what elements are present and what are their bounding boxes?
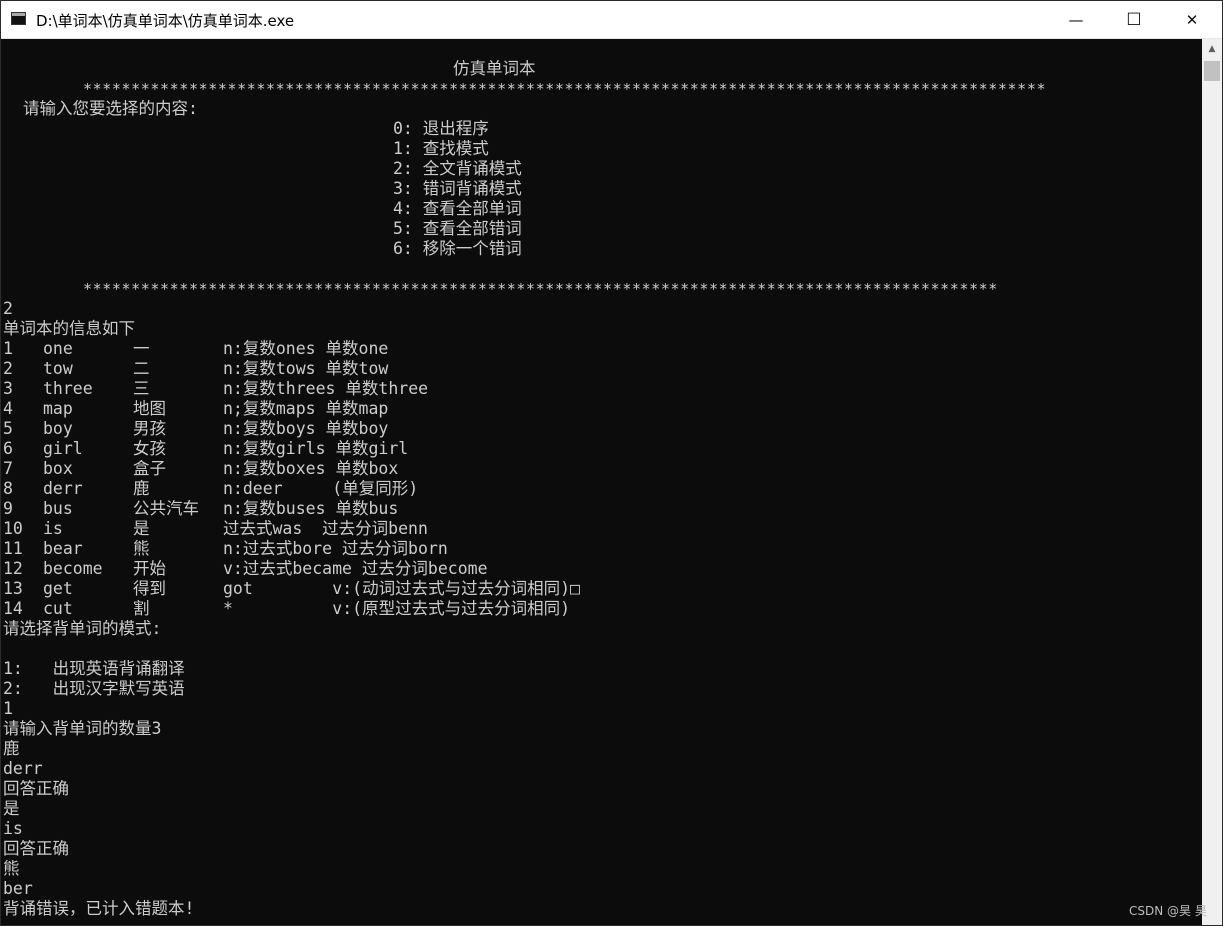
maximize-button[interactable]: ☐ [1105, 1, 1163, 38]
menu-item-wrong-recite: 3: 错词背诵模式 [393, 179, 522, 198]
word-num: 4 [3, 399, 13, 418]
word-english: three [43, 379, 93, 398]
word-chinese: 得到 [133, 579, 166, 598]
word-english: boy [43, 419, 73, 438]
word-note: * v:(原型过去式与过去分词相同) [223, 599, 571, 618]
mode-prompt: 请选择背单词的模式: [3, 619, 162, 638]
word-note: n:复数girls 单数girl [223, 439, 409, 458]
word-english: map [43, 399, 73, 418]
watermark: CSDN @昊 昊 [1129, 904, 1207, 918]
word-num: 12 [3, 559, 23, 578]
word-english: get [43, 579, 73, 598]
word-english: one [43, 339, 73, 358]
session-line: is [3, 819, 23, 838]
word-note: n:复数threes 单数three [223, 379, 429, 398]
minimize-icon: — [1068, 10, 1084, 29]
word-note: n:复数ones 单数one [223, 339, 389, 358]
word-num: 13 [3, 579, 23, 598]
word-num: 2 [3, 359, 13, 378]
console-window: D:\单词本\仿真单词本\仿真单词本.exe — ☐ ✕ 仿真单词本 *****… [0, 0, 1223, 926]
word-chinese: 女孩 [133, 439, 166, 458]
session-line: 鹿 [3, 739, 20, 758]
menu-item-remove-wrong: 6: 移除一个错词 [393, 239, 522, 258]
word-english: box [43, 459, 73, 478]
console-output[interactable]: 仿真单词本 **********************************… [3, 39, 1201, 925]
word-note: n:复数tows 单数tow [223, 359, 389, 378]
scroll-up-arrow-icon[interactable]: ▲ [1202, 39, 1222, 59]
word-english: girl [43, 439, 83, 458]
menu-item-search: 1: 查找模式 [393, 139, 489, 158]
vertical-scrollbar[interactable]: ▲ [1202, 39, 1222, 925]
maximize-icon: ☐ [1126, 9, 1142, 30]
menu-item-full-recite: 2: 全文背诵模式 [393, 159, 522, 178]
word-chinese: 三 [133, 379, 150, 398]
word-num: 11 [3, 539, 23, 558]
word-english: is [43, 519, 63, 538]
word-chinese: 开始 [133, 559, 166, 578]
word-english: derr [43, 479, 83, 498]
title-bar[interactable]: D:\单词本\仿真单词本\仿真单词本.exe — ☐ ✕ [1, 1, 1222, 39]
session-line: 是 [3, 799, 20, 818]
word-chinese: 二 [133, 359, 150, 378]
word-chinese: 男孩 [133, 419, 166, 438]
program-title: 仿真单词本 [453, 59, 536, 78]
session-line: 熊 [3, 859, 20, 878]
user-input-choice: 2 [3, 299, 13, 318]
close-icon: ✕ [1185, 10, 1199, 29]
separator-bottom: ****************************************… [83, 280, 998, 298]
user-input-mode: 1 [3, 699, 13, 718]
word-note: v:过去式became 过去分词become [223, 559, 488, 578]
menu-item-view-wrong: 5: 查看全部错词 [393, 219, 522, 238]
word-list-header: 单词本的信息如下 [3, 319, 135, 338]
menu-item-view-all: 4: 查看全部单词 [393, 199, 522, 218]
word-note: n:复数boxes 单数box [223, 459, 399, 478]
session-line: ber [3, 879, 33, 898]
mode-option-2: 2: 出现汉字默写英语 [3, 679, 185, 698]
word-num: 8 [3, 479, 13, 498]
close-button[interactable]: ✕ [1163, 1, 1221, 38]
word-chinese: 一 [133, 339, 150, 358]
separator-top: ****************************************… [83, 80, 1047, 98]
word-chinese: 割 [133, 599, 150, 618]
minimize-button[interactable]: — [1047, 1, 1105, 38]
session-line: 回答正确 [3, 839, 69, 858]
word-chinese: 地图 [133, 399, 166, 418]
session-line: derr [3, 759, 43, 778]
word-note: got v:(动词过去式与过去分词相同)□ [223, 579, 580, 598]
word-english: tow [43, 359, 73, 378]
word-num: 9 [3, 499, 13, 518]
scrollbar-thumb[interactable] [1204, 61, 1220, 81]
word-english: bear [43, 539, 83, 558]
word-note: n:过去式bore 过去分词born [223, 539, 448, 558]
word-english: cut [43, 599, 73, 618]
word-chinese: 鹿 [133, 479, 150, 498]
word-note: 过去式was 过去分词benn [223, 519, 428, 538]
word-english: become [43, 559, 103, 578]
count-prompt: 请输入背单词的数量3 [3, 719, 162, 738]
word-num: 1 [3, 339, 13, 358]
word-num: 5 [3, 419, 13, 438]
word-num: 7 [3, 459, 13, 478]
session-line: 背诵错误，已计入错题本! [3, 899, 195, 918]
console-app-icon [11, 12, 26, 25]
select-prompt: 请输入您要选择的内容: [23, 99, 198, 118]
menu-item-exit: 0: 退出程序 [393, 119, 489, 138]
mode-option-1: 1: 出现英语背诵翻译 [3, 659, 185, 678]
word-note: n:复数buses 单数bus [223, 499, 399, 518]
word-chinese: 盒子 [133, 459, 166, 478]
word-num: 6 [3, 439, 13, 458]
word-note: n:deer (单复同形) [223, 479, 419, 498]
word-num: 14 [3, 599, 23, 618]
window-title: D:\单词本\仿真单词本\仿真单词本.exe [36, 12, 295, 30]
word-chinese: 公共汽车 [133, 499, 199, 518]
word-english: bus [43, 499, 73, 518]
word-chinese: 熊 [133, 539, 150, 558]
word-num: 3 [3, 379, 13, 398]
word-note: n;复数maps 单数map [223, 399, 389, 418]
word-note: n:复数boys 单数boy [223, 419, 389, 438]
session-line: 回答正确 [3, 779, 69, 798]
word-num: 10 [3, 519, 23, 538]
word-chinese: 是 [133, 519, 150, 538]
